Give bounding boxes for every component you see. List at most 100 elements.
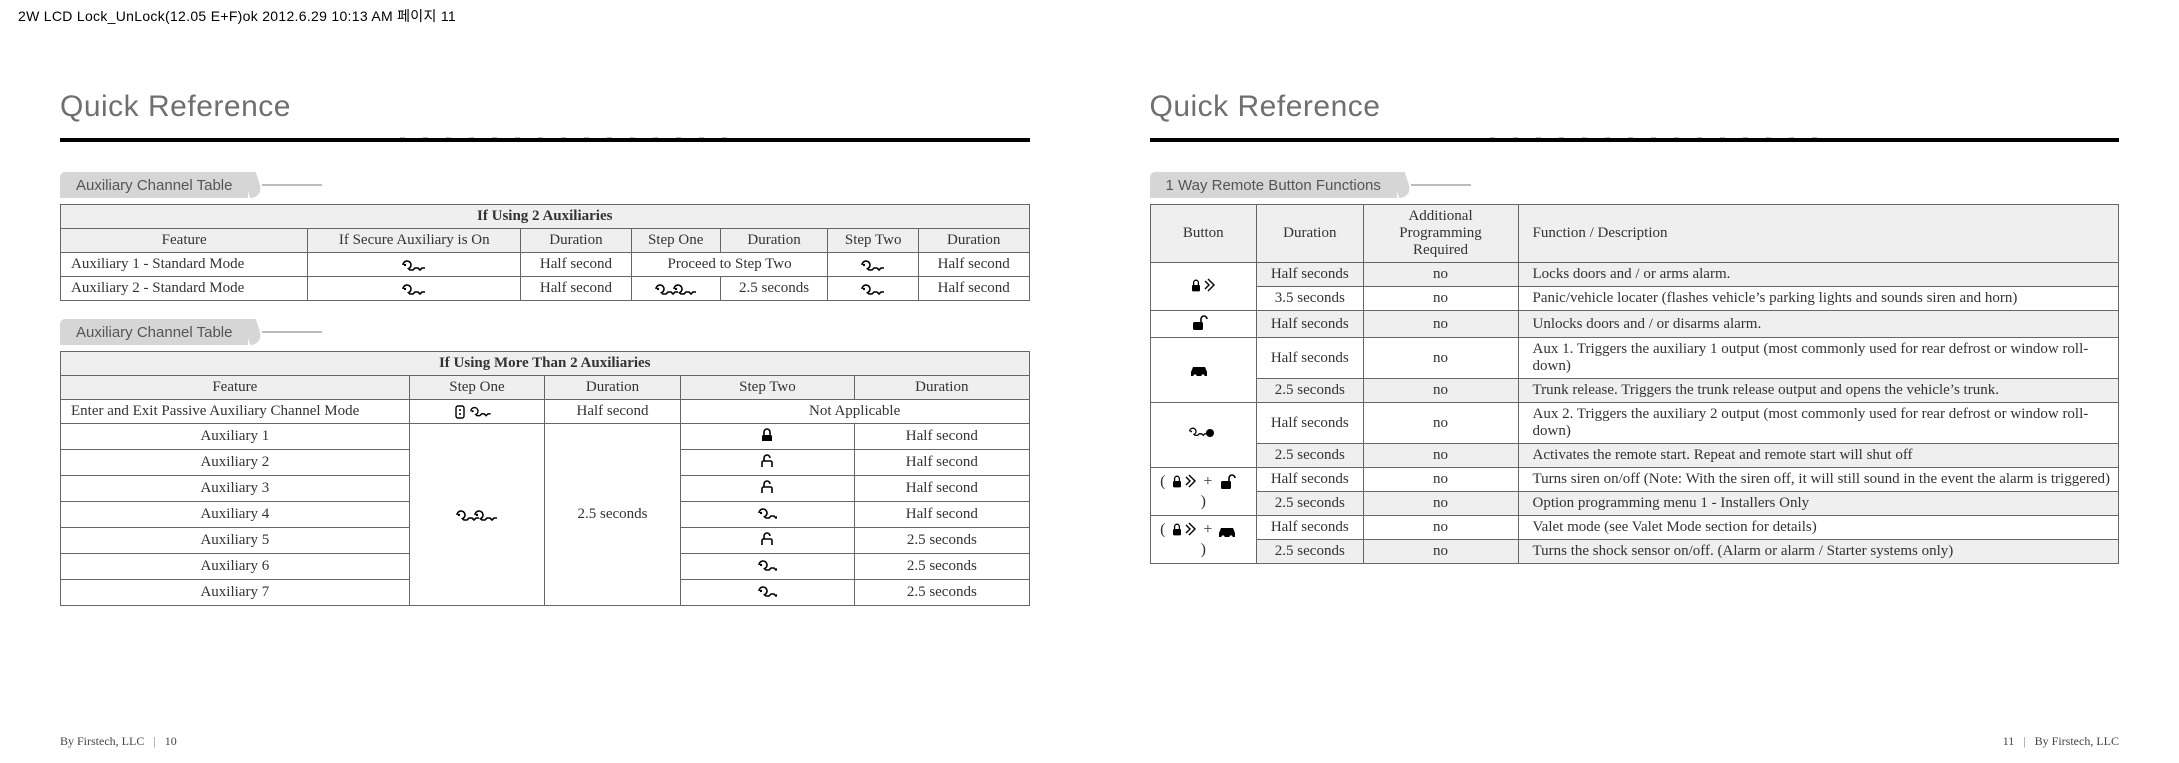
cell-dur1: Half second bbox=[545, 400, 681, 424]
cell-dur2: 2.5 seconds bbox=[855, 528, 1029, 554]
cell-feature: Auxiliary 6 bbox=[61, 554, 410, 580]
page-title: Quick Reference bbox=[1150, 90, 2120, 124]
col-func: Function / Description bbox=[1518, 205, 2118, 263]
col-secure: If Secure Auxiliary is On bbox=[308, 229, 521, 253]
cell-feature: Auxiliary 2 - Standard Mode bbox=[61, 277, 308, 301]
col-dur1: Duration bbox=[545, 376, 681, 400]
footer-sep: | bbox=[2023, 734, 2025, 748]
table-title: If Using More Than 2 Auxiliaries bbox=[61, 352, 1030, 376]
cell-feature: Auxiliary 5 bbox=[61, 528, 410, 554]
cell-secure-icon bbox=[308, 277, 521, 301]
key-single-icon bbox=[860, 257, 886, 273]
cell-duration: 2.5 seconds bbox=[1257, 379, 1364, 403]
cell-step1-icon bbox=[631, 277, 720, 301]
section-tab-label: 1 Way Remote Button Functions bbox=[1150, 172, 1397, 198]
cell-step1-shared-icon bbox=[409, 424, 545, 606]
cell-duration: Half seconds bbox=[1257, 311, 1364, 338]
cell-duration: 2.5 seconds bbox=[1257, 540, 1364, 564]
col-dur2: Duration bbox=[720, 229, 828, 253]
page-footer: 11 | By Firstech, LLC bbox=[2003, 734, 2119, 749]
cell-step2-icon bbox=[680, 450, 854, 476]
table-row: Enter and Exit Passive Auxiliary Channel… bbox=[61, 400, 1030, 424]
cell-apr: no bbox=[1363, 444, 1518, 468]
cell-dur2: 2.5 seconds bbox=[855, 554, 1029, 580]
col-duration: Duration bbox=[1257, 205, 1364, 263]
cell-dur2: 2.5 seconds bbox=[720, 277, 828, 301]
cell-button bbox=[1150, 403, 1257, 468]
cell-feature: Auxiliary 2 bbox=[61, 450, 410, 476]
cell-desc: Turns the shock sensor on/off. (Alarm or… bbox=[1518, 540, 2118, 564]
col-apr-line1: Additional Programming bbox=[1399, 208, 1482, 241]
col-dur3: Duration bbox=[918, 229, 1029, 253]
cell-desc: Panic/vehicle locater (flashes vehicle’s… bbox=[1518, 287, 2118, 311]
unlock-icon bbox=[1216, 473, 1246, 493]
col-dur1: Duration bbox=[521, 229, 632, 253]
table-row: Half secondsnoAux 1. Triggers the auxili… bbox=[1150, 338, 2119, 379]
page-title: Quick Reference bbox=[60, 90, 1030, 124]
cell-apr: no bbox=[1363, 516, 1518, 540]
cell-feature: Enter and Exit Passive Auxiliary Channel… bbox=[61, 400, 410, 424]
title-rule bbox=[1150, 128, 2120, 154]
aux-table-2: If Using 2 Auxiliaries Feature If Secure… bbox=[60, 204, 1030, 301]
cell-dur2: Half second bbox=[855, 424, 1029, 450]
cell-dur2: Half second bbox=[855, 502, 1029, 528]
cell-duration: 2.5 seconds bbox=[1257, 444, 1364, 468]
cell-apr: no bbox=[1363, 287, 1518, 311]
cell-step2-icon bbox=[680, 580, 854, 606]
remote-functions-table: Button Duration Additional Programming R… bbox=[1150, 204, 2120, 564]
table-row: 2.5 secondsnoOption programming menu 1 -… bbox=[1150, 492, 2119, 516]
page-right: Quick Reference 1 Way Remote Button Func… bbox=[1090, 40, 2179, 763]
cell-dur3: Half second bbox=[918, 277, 1029, 301]
cell-apr: no bbox=[1363, 468, 1518, 492]
cell-apr: no bbox=[1363, 311, 1518, 338]
cell-duration: Half seconds bbox=[1257, 516, 1364, 540]
lock-sound-icon bbox=[1169, 521, 1199, 541]
cell-duration: 2.5 seconds bbox=[1257, 492, 1364, 516]
col-step2: Step Two bbox=[680, 376, 854, 400]
cell-desc: Trunk release. Triggers the trunk releas… bbox=[1518, 379, 2118, 403]
table-row: 2.5 secondsnoTurns the shock sensor on/o… bbox=[1150, 540, 2119, 564]
cell-feature: Auxiliary 1 bbox=[61, 424, 410, 450]
cell-step2-icon bbox=[680, 554, 854, 580]
cell-step2-icon bbox=[828, 277, 918, 301]
cell-feature: Auxiliary 3 bbox=[61, 476, 410, 502]
table-title: If Using 2 Auxiliaries bbox=[61, 205, 1030, 229]
cell-dur2: 2.5 seconds bbox=[855, 580, 1029, 606]
key-single-icon bbox=[757, 557, 777, 571]
key-single-icon bbox=[757, 505, 777, 519]
lock-sound-icon bbox=[1188, 277, 1218, 297]
key-single-icon bbox=[401, 257, 427, 273]
table-row: ( + )Half secondsnoTurns siren on/off (N… bbox=[1150, 468, 2119, 492]
cell-duration: 3.5 seconds bbox=[1257, 287, 1364, 311]
key-double-icon bbox=[654, 281, 698, 297]
button-combo: ( + ) bbox=[1160, 473, 1246, 509]
cell-desc: Aux 2. Triggers the auxiliary 2 output (… bbox=[1518, 403, 2118, 444]
footer-page: 10 bbox=[165, 734, 177, 748]
col-step1: Step One bbox=[631, 229, 720, 253]
cell-apr: no bbox=[1363, 379, 1518, 403]
table-row: 3.5 secondsnoPanic/vehicle locater (flas… bbox=[1150, 287, 2119, 311]
title-rule bbox=[60, 128, 1030, 154]
car-icon bbox=[1188, 360, 1218, 380]
cell-apr: no bbox=[1363, 540, 1518, 564]
cell-step2-icon bbox=[828, 253, 918, 277]
car-icon bbox=[1216, 521, 1246, 541]
section-tab-label: Auxiliary Channel Table bbox=[60, 319, 248, 345]
col-step1: Step One bbox=[409, 376, 545, 400]
footer-page: 11 bbox=[2003, 734, 2015, 748]
cell-button: ( + ) bbox=[1150, 516, 1257, 564]
section-tab: Auxiliary Channel Table bbox=[60, 172, 1030, 198]
cell-apr: no bbox=[1363, 338, 1518, 379]
page-footer: By Firstech, LLC | 10 bbox=[60, 734, 177, 749]
cell-duration: Half seconds bbox=[1257, 468, 1364, 492]
crop-filename: 2W LCD Lock_UnLock(12.05 E+F)ok 2012.6.2… bbox=[18, 6, 456, 26]
key-single-icon bbox=[860, 281, 886, 297]
table-row: Half secondsnoAux 2. Triggers the auxili… bbox=[1150, 403, 2119, 444]
cell-desc: Turns siren on/off (Note: With the siren… bbox=[1518, 468, 2118, 492]
cell-desc: Locks doors and / or arms alarm. bbox=[1518, 263, 2118, 287]
cell-secure-icon bbox=[308, 253, 521, 277]
aux-table-more: If Using More Than 2 Auxiliaries Feature… bbox=[60, 351, 1030, 606]
cell-dur2: Half second bbox=[855, 476, 1029, 502]
unlock-icon bbox=[1188, 314, 1218, 334]
col-dur2: Duration bbox=[855, 376, 1029, 400]
